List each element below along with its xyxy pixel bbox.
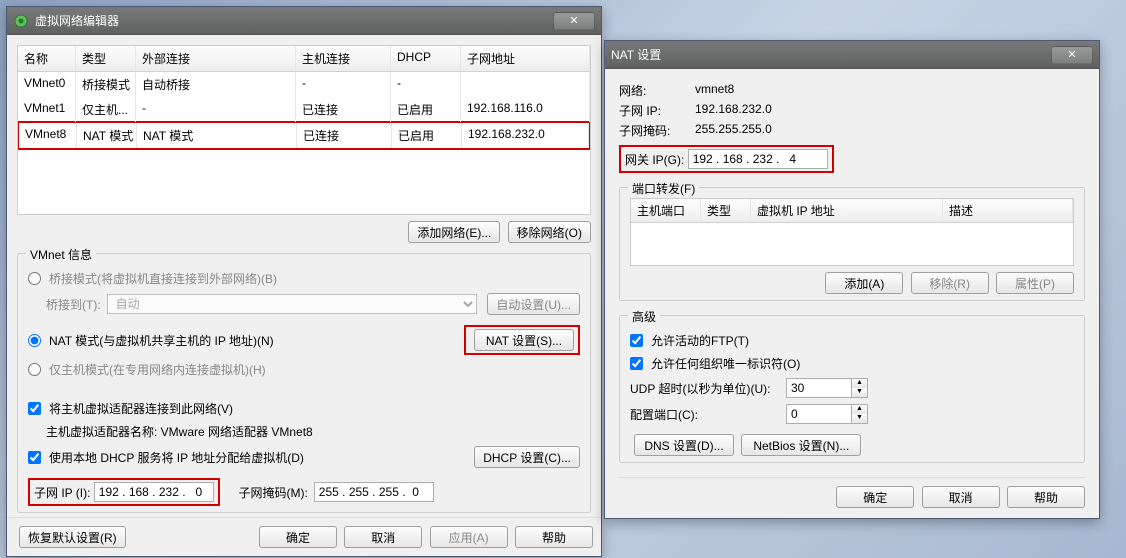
nat-settings-window: NAT 设置 ✕ 网络:vmnet8 子网 IP:192.168.232.0 子… [604, 40, 1100, 519]
udp-timeout-spinner[interactable]: ▲▼ [786, 378, 868, 398]
advanced-title: 高级 [628, 308, 660, 325]
gateway-input[interactable] [688, 149, 828, 169]
adapter-name-line: 主机虚拟适配器名称: VMware 网络适配器 VMnet8 [46, 423, 580, 440]
table-body: VMnet0 桥接模式 自动桥接 - - VMnet1 仅主机... - 已连接… [18, 72, 590, 150]
bridge-radio-label: 桥接模式(将虚拟机直接连接到外部网络)(B) [49, 270, 277, 287]
app-icon [13, 13, 29, 29]
config-port-input[interactable] [787, 405, 851, 423]
bridge-to-label: 桥接到(T): [46, 296, 101, 313]
restore-defaults-button[interactable]: 恢复默认设置(R) [19, 526, 126, 548]
subnet-ip-highlight: 子网 IP (I): [28, 478, 220, 506]
editor-title: 虚拟网络编辑器 [35, 12, 553, 29]
networks-table[interactable]: 名称 类型 外部连接 主机连接 DHCP 子网地址 VMnet0 桥接模式 自动… [17, 45, 591, 215]
port-forwarding-group: 端口转发(F) 主机端口 类型 虚拟机 IP 地址 描述 添加(A) 移除(R)… [619, 187, 1085, 301]
hostonly-radio[interactable] [28, 363, 41, 376]
subnet-mask-label: 子网掩码(M): [238, 484, 307, 501]
col-type: 类型 [76, 46, 136, 71]
add-network-button[interactable]: 添加网络(E)... [408, 221, 500, 243]
any-oui-label: 允许任何组织唯一标识符(O) [651, 355, 800, 372]
nat-radio[interactable] [28, 334, 41, 347]
subnet-ip-input[interactable] [94, 482, 214, 502]
close-button[interactable]: ✕ [1051, 46, 1093, 64]
table-row[interactable]: VMnet0 桥接模式 自动桥接 - - [18, 72, 590, 97]
nat-subnet-ip-label: 子网 IP: [619, 102, 691, 119]
nat-subnet-ip-value: 192.168.232.0 [695, 102, 772, 119]
vmnet-info-group: VMnet 信息 桥接模式(将虚拟机直接连接到外部网络)(B) 桥接到(T): … [17, 253, 591, 513]
apply-button[interactable]: 应用(A) [430, 526, 508, 548]
table-header: 名称 类型 外部连接 主机连接 DHCP 子网地址 [18, 46, 590, 72]
dhcp-label: 使用本地 DHCP 服务将 IP 地址分配给虚拟机(D) [49, 449, 466, 466]
nat-titlebar: NAT 设置 ✕ [605, 41, 1099, 69]
udp-timeout-label: UDP 超时(以秒为单位)(U): [630, 380, 780, 397]
connect-host-checkbox[interactable] [28, 402, 41, 415]
config-port-spinner[interactable]: ▲▼ [786, 404, 868, 424]
nat-ok-button[interactable]: 确定 [836, 486, 914, 508]
gateway-label: 网关 IP(G): [625, 151, 684, 168]
col-host: 主机连接 [296, 46, 391, 71]
gateway-highlight: 网关 IP(G): [619, 145, 834, 173]
virtual-network-editor-window: 虚拟网络编辑器 ✕ 名称 类型 外部连接 主机连接 DHCP 子网地址 VMne… [6, 6, 602, 557]
advanced-group: 高级 允许活动的FTP(T) 允许任何组织唯一标识符(O) UDP 超时(以秒为… [619, 315, 1085, 463]
nat-settings-highlight: NAT 设置(S)... [464, 325, 580, 355]
vmnet-info-title: VMnet 信息 [26, 246, 96, 263]
table-row-vmnet8[interactable]: VMnet8 NAT 模式 NAT 模式 已连接 已启用 192.168.232… [17, 121, 591, 150]
active-ftp-label: 允许活动的FTP(T) [651, 332, 749, 349]
chevron-down-icon[interactable]: ▼ [852, 414, 867, 423]
col-ext: 外部连接 [136, 46, 296, 71]
close-button[interactable]: ✕ [553, 12, 595, 30]
port-forwarding-table[interactable]: 主机端口 类型 虚拟机 IP 地址 描述 [630, 198, 1074, 266]
col-name: 名称 [18, 46, 76, 71]
dhcp-settings-button[interactable]: DHCP 设置(C)... [474, 446, 580, 468]
subnet-mask-input[interactable] [314, 482, 434, 502]
any-oui-checkbox[interactable] [630, 357, 643, 370]
active-ftp-checkbox[interactable] [630, 334, 643, 347]
nat-subnet-mask-label: 子网掩码: [619, 122, 691, 139]
connect-host-label: 将主机虚拟适配器连接到此网络(V) [49, 400, 233, 417]
nat-help-button[interactable]: 帮助 [1007, 486, 1085, 508]
col-addr: 子网地址 [461, 46, 590, 71]
nat-subnet-mask-value: 255.255.255.0 [695, 122, 772, 139]
hostonly-radio-label: 仅主机模式(在专用网络内连接虚拟机)(H) [49, 361, 266, 378]
cancel-button[interactable]: 取消 [344, 526, 422, 548]
nat-cancel-button[interactable]: 取消 [922, 486, 1000, 508]
ok-button[interactable]: 确定 [259, 526, 337, 548]
netbios-settings-button[interactable]: NetBios 设置(N)... [741, 434, 861, 456]
bridge-to-select[interactable]: 自动 [107, 294, 478, 314]
network-value: vmnet8 [695, 82, 734, 99]
dns-settings-button[interactable]: DNS 设置(D)... [634, 434, 734, 456]
udp-timeout-input[interactable] [787, 379, 851, 397]
chevron-up-icon[interactable]: ▲ [852, 379, 867, 388]
nat-title: NAT 设置 [611, 46, 1051, 63]
pf-remove-button[interactable]: 移除(R) [911, 272, 989, 294]
nat-radio-label: NAT 模式(与虚拟机共享主机的 IP 地址)(N) [49, 332, 460, 349]
pf-add-button[interactable]: 添加(A) [825, 272, 903, 294]
config-port-label: 配置端口(C): [630, 406, 780, 423]
pf-header: 主机端口 类型 虚拟机 IP 地址 描述 [631, 199, 1073, 223]
pf-col-vmip: 虚拟机 IP 地址 [751, 199, 943, 222]
bridge-auto-button[interactable]: 自动设置(U)... [487, 293, 580, 315]
chevron-down-icon[interactable]: ▼ [852, 388, 867, 397]
dhcp-checkbox[interactable] [28, 451, 41, 464]
subnet-ip-label: 子网 IP (I): [34, 484, 90, 501]
pf-col-type: 类型 [701, 199, 751, 222]
chevron-up-icon[interactable]: ▲ [852, 405, 867, 414]
table-row[interactable]: VMnet1 仅主机... - 已连接 已启用 192.168.116.0 [18, 97, 590, 122]
network-label: 网络: [619, 82, 691, 99]
bridge-radio[interactable] [28, 272, 41, 285]
pf-col-desc: 描述 [943, 199, 1073, 222]
remove-network-button[interactable]: 移除网络(O) [508, 221, 591, 243]
help-button[interactable]: 帮助 [515, 526, 593, 548]
editor-bottombar: 恢复默认设置(R) 确定 取消 应用(A) 帮助 [7, 517, 601, 556]
col-dhcp: DHCP [391, 46, 461, 71]
nat-settings-button[interactable]: NAT 设置(S)... [474, 329, 574, 351]
editor-titlebar: 虚拟网络编辑器 ✕ [7, 7, 601, 35]
port-forwarding-title: 端口转发(F) [628, 180, 699, 197]
pf-props-button[interactable]: 属性(P) [996, 272, 1074, 294]
pf-col-hostport: 主机端口 [631, 199, 701, 222]
